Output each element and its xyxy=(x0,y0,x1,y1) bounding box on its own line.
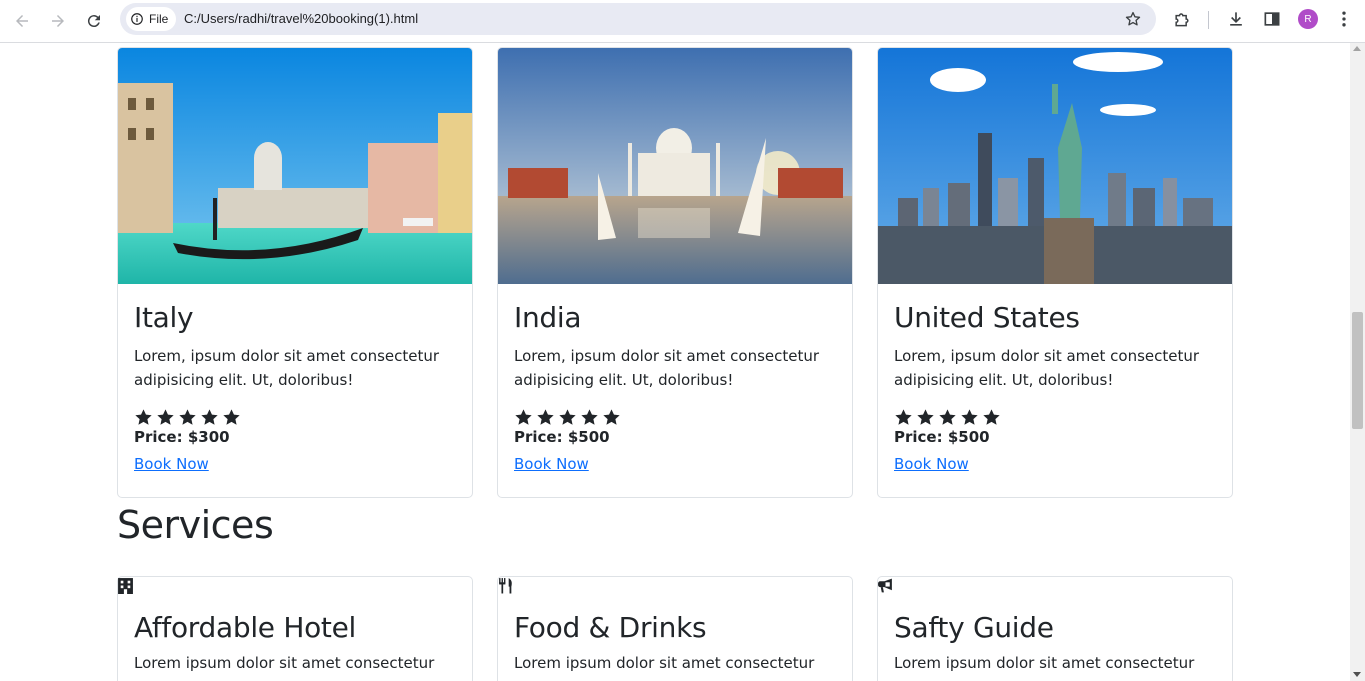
service-title: Food & Drinks xyxy=(514,611,707,644)
download-icon[interactable] xyxy=(1226,9,1246,29)
back-icon[interactable] xyxy=(8,7,36,35)
star-icon xyxy=(537,409,554,425)
star-icon xyxy=(939,409,956,425)
destination-card-italy: Italy Lorem, ipsum dolor sit amet consec… xyxy=(117,47,473,498)
info-icon xyxy=(131,13,143,25)
star-icon xyxy=(895,409,912,425)
service-card-food: Food & Drinks Lorem ipsum dolor sit amet… xyxy=(497,576,853,681)
scroll-up-icon[interactable] xyxy=(1353,46,1361,51)
destination-card-united-states: United States Lorem, ipsum dolor sit ame… xyxy=(877,47,1233,498)
star-icon xyxy=(559,409,576,425)
destination-card-india: India Lorem, ipsum dolor sit amet consec… xyxy=(497,47,853,498)
card-title: Italy xyxy=(134,301,194,334)
reload-icon[interactable] xyxy=(80,7,108,35)
star-icon xyxy=(157,409,174,425)
book-now-link[interactable]: Book Now xyxy=(894,455,969,473)
menu-icon[interactable] xyxy=(1334,9,1354,29)
star-icon xyxy=(515,409,532,425)
rating-stars xyxy=(134,408,456,427)
service-text: Lorem ipsum dolor sit amet consectetur xyxy=(894,654,1195,672)
forward-icon[interactable] xyxy=(44,7,72,35)
profile-avatar[interactable]: R xyxy=(1298,9,1318,29)
profile-initial: R xyxy=(1304,13,1312,25)
star-icon xyxy=(223,409,240,425)
bookmark-star-icon[interactable] xyxy=(1124,10,1142,28)
extensions-icon[interactable] xyxy=(1172,9,1192,29)
browser-toolbar: File C:/Users/radhi/travel%20booking(1).… xyxy=(0,0,1365,43)
italy-venice-image xyxy=(118,48,472,284)
utensils-icon xyxy=(499,578,512,594)
card-text: Lorem, ipsum dolor sit amet consectetur … xyxy=(134,347,440,390)
service-card-hotel: Affordable Hotel Lorem ipsum dolor sit a… xyxy=(117,576,473,681)
scroll-thumb[interactable] xyxy=(1352,312,1363,429)
price-text: Price: $300 xyxy=(134,428,230,447)
url-text[interactable]: C:/Users/radhi/travel%20booking(1).html xyxy=(184,11,418,26)
bullhorn-icon xyxy=(878,578,892,593)
rating-stars xyxy=(514,408,836,427)
service-text: Lorem ipsum dolor sit amet consectetur xyxy=(134,654,435,672)
price-text: Price: $500 xyxy=(894,428,990,447)
card-text: Lorem, ipsum dolor sit amet consectetur … xyxy=(894,347,1200,390)
star-icon xyxy=(917,409,934,425)
star-icon xyxy=(135,409,152,425)
usa-new-york-image xyxy=(878,48,1232,284)
services-heading: Services xyxy=(117,503,274,547)
service-title: Affordable Hotel xyxy=(134,611,357,644)
service-title: Safty Guide xyxy=(894,611,1054,644)
star-icon xyxy=(983,409,1000,425)
book-now-link[interactable]: Book Now xyxy=(514,455,589,473)
card-title: India xyxy=(514,301,582,334)
star-icon xyxy=(603,409,620,425)
star-icon xyxy=(581,409,598,425)
scroll-down-icon[interactable] xyxy=(1353,672,1361,677)
toolbar-divider xyxy=(1208,11,1209,29)
price-text: Price: $500 xyxy=(514,428,610,447)
book-now-link[interactable]: Book Now xyxy=(134,455,209,473)
service-text: Lorem ipsum dolor sit amet consectetur xyxy=(514,654,815,672)
site-info-chip[interactable]: File xyxy=(126,7,177,31)
site-chip-label: File xyxy=(149,12,169,26)
rating-stars xyxy=(894,408,1216,427)
address-bar[interactable]: File C:/Users/radhi/travel%20booking(1).… xyxy=(120,3,1156,35)
card-text: Lorem, ipsum dolor sit amet consectetur … xyxy=(514,347,820,390)
star-icon xyxy=(201,409,218,425)
card-title: United States xyxy=(894,301,1080,334)
hotel-icon xyxy=(118,578,133,594)
service-card-safety: Safty Guide Lorem ipsum dolor sit amet c… xyxy=(877,576,1233,681)
side-panel-icon[interactable] xyxy=(1262,9,1282,29)
star-icon xyxy=(961,409,978,425)
star-icon xyxy=(179,409,196,425)
india-taj-mahal-image xyxy=(498,48,852,284)
